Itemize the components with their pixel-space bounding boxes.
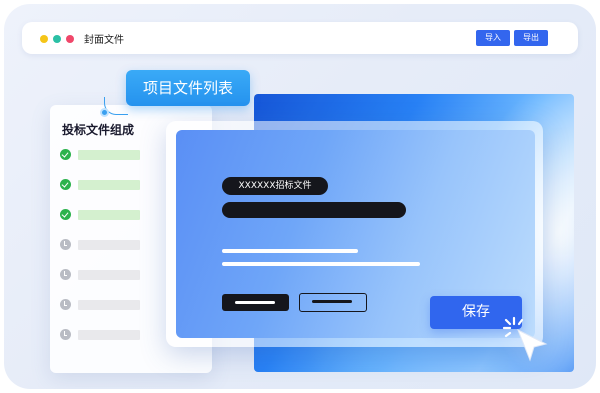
list-item-placeholder xyxy=(78,150,140,160)
list-panel-title: 投标文件组成 xyxy=(62,123,135,137)
list-item-placeholder xyxy=(78,330,140,340)
document-input-placeholder[interactable] xyxy=(222,202,406,218)
maximize-dot-icon[interactable] xyxy=(53,35,61,43)
project-file-list-tooltip: 项目文件列表 xyxy=(126,70,250,106)
text-line-placeholder xyxy=(222,262,420,266)
tooltip-anchor-dot xyxy=(100,108,109,117)
title-bar: 封面文件 导入 导出 xyxy=(22,22,578,54)
window-title: 封面文件 xyxy=(84,35,124,46)
import-button[interactable]: 导入 xyxy=(476,30,510,46)
list-item-placeholder xyxy=(78,300,140,310)
secondary-action-button[interactable] xyxy=(299,293,367,312)
list-item-placeholder xyxy=(78,210,140,220)
text-line-placeholder xyxy=(222,249,358,253)
minimize-dot-icon[interactable] xyxy=(40,35,48,43)
primary-action-button[interactable] xyxy=(222,294,289,311)
check-circle-icon xyxy=(60,149,71,160)
list-item-placeholder xyxy=(78,180,140,190)
clock-icon xyxy=(60,239,71,250)
export-button[interactable]: 导出 xyxy=(514,30,548,46)
close-dot-icon[interactable] xyxy=(66,35,74,43)
document-name-pill[interactable]: XXXXXX招标文件 xyxy=(222,177,328,195)
cursor-click-icon xyxy=(502,316,548,362)
check-circle-icon xyxy=(60,179,71,190)
clock-icon xyxy=(60,329,71,340)
clock-icon xyxy=(60,269,71,280)
list-item-placeholder xyxy=(78,270,140,280)
clock-icon xyxy=(60,299,71,310)
check-circle-icon xyxy=(60,209,71,220)
app-frame: 封面文件 导入 导出 投标文件组成 项目文件列表 XXXXXX招标文件 保存 xyxy=(4,4,596,389)
list-item-placeholder xyxy=(78,240,140,250)
